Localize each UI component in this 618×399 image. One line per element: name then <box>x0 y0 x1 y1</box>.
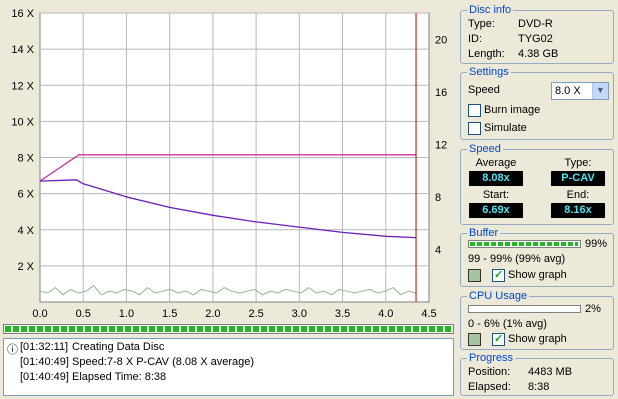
x-tick-label: 2.0 <box>205 308 220 320</box>
buffer-bar-fill <box>470 242 578 246</box>
panel-title: Settings <box>467 66 511 79</box>
cpu-usage-bar <box>468 305 581 313</box>
log-line: [01:40:49] Speed:7-8 X P-CAV (8.08 X aver… <box>20 356 254 368</box>
chevron-down-icon[interactable]: ▼ <box>592 83 608 99</box>
speed-type-display: P-CAV <box>551 171 605 186</box>
log-time: [01:40:49] <box>20 356 69 368</box>
start-label: Start: <box>482 189 510 201</box>
cpu-range: 0 - 6% (1% avg) <box>468 318 547 330</box>
cpu-graph-color-swatch[interactable] <box>468 333 481 346</box>
position-value: 4483 MB <box>528 366 573 378</box>
average-label: Average <box>475 157 517 169</box>
buffer-graph-color-swatch[interactable] <box>468 269 481 282</box>
y-right-tick-label: 16 <box>435 87 447 99</box>
disc-id-value: TYG02 <box>518 33 553 45</box>
disc-length-label: Length: <box>468 48 505 60</box>
x-tick-label: 0.5 <box>76 308 91 320</box>
burn-image-label: Burn image <box>484 104 541 116</box>
disc-type-label: Type: <box>468 18 495 30</box>
y-right-tick-label: 20 <box>435 34 447 46</box>
disc-id-label: ID: <box>468 33 483 45</box>
disc-length-value: 4.38 GB <box>518 48 559 60</box>
simulate-checkbox[interactable] <box>468 122 481 135</box>
speed-chart: 0.0 0.5 1.0 1.5 2.0 2.5 3.0 3.5 4.0 4.5 16 X 14 X 12… <box>11 8 447 320</box>
simulate-label: Simulate <box>484 122 527 134</box>
buffer-range: 99 - 99% (99% avg) <box>468 253 566 265</box>
speed-setting-label: Speed <box>468 84 500 96</box>
cpu-show-graph-checkbox[interactable] <box>492 332 505 346</box>
disc-type-value: DVD-R <box>518 18 553 30</box>
disc-progress-fill <box>5 326 452 332</box>
buffer-show-graph-checkbox[interactable] <box>492 268 505 282</box>
disc-progress-bar <box>3 324 454 334</box>
log-line: [01:32:11] Creating Data Disc <box>20 341 164 353</box>
y-left-tick-label: 12 X <box>11 80 34 92</box>
log-time: [01:40:49] <box>20 371 69 383</box>
y-left-tick-label: 2 X <box>17 261 34 273</box>
log-message: Elapsed Time: 8:38 <box>72 371 167 383</box>
y-right-tick-label: 8 <box>435 192 441 204</box>
y-left-tick-label: 4 X <box>17 225 34 237</box>
panel-title: Disc info <box>467 4 514 17</box>
log-message: Speed:7-8 X P-CAV (8.08 X average) <box>72 356 255 368</box>
end-speed-display: 8.16x <box>551 203 605 218</box>
x-tick-label: 2.5 <box>248 308 263 320</box>
burn-image-checkbox[interactable] <box>468 104 481 117</box>
speed-panel: Speed Average Type: 8.08x P-CAV Start: E… <box>460 143 614 225</box>
speed-select-value: 8.0 X <box>555 85 581 97</box>
disc-info-panel: Disc info Type: DVD-R ID: TYG02 Length: … <box>460 4 614 64</box>
cpu-usage-panel: CPU Usage 2% 0 - 6% (1% avg) Show graph <box>460 290 614 350</box>
buffer-panel: Buffer 99% 99 - 99% (99% avg) Show graph <box>460 227 614 287</box>
cpu-show-graph-label: Show graph <box>508 333 567 345</box>
panel-title: CPU Usage <box>467 290 530 303</box>
y-right-tick-label: 4 <box>435 244 441 256</box>
log-message: Creating Data Disc <box>72 341 165 353</box>
x-tick-label: 1.5 <box>162 308 177 320</box>
log-time: [01:32:11] <box>20 341 69 353</box>
end-label: End: <box>566 189 590 201</box>
elapsed-label: Elapsed: <box>468 381 511 393</box>
buffer-percent: 99% <box>585 238 608 250</box>
panel-title: Progress <box>467 352 516 365</box>
x-tick-label: 3.5 <box>335 308 350 320</box>
average-speed-display: 8.08x <box>469 171 523 186</box>
cpu-percent: 2% <box>585 303 601 315</box>
progress-panel: Progress Position: 4483 MB Elapsed: 8:38 <box>460 352 614 396</box>
settings-panel: Settings Speed 8.0 X ▼ Burn image Simula… <box>460 66 614 140</box>
position-label: Position: <box>468 366 511 378</box>
log-line: [01:40:49] Elapsed Time: 8:38 <box>20 371 166 383</box>
y-left-tick-label: 8 X <box>17 153 34 165</box>
y-left-tick-label: 16 X <box>11 8 34 20</box>
info-icon: ⓘ <box>7 344 18 356</box>
panel-title: Buffer <box>467 227 501 240</box>
type-label: Type: <box>564 157 592 169</box>
buffer-bar <box>468 240 581 248</box>
panel-title: Speed <box>467 143 503 156</box>
x-tick-label: 3.0 <box>292 308 307 320</box>
start-speed-display: 6.69x <box>469 203 523 218</box>
y-left-tick-label: 14 X <box>11 44 34 56</box>
y-left-tick-label: 6 X <box>17 189 34 201</box>
speed-select[interactable]: 8.0 X ▼ <box>551 82 609 100</box>
elapsed-value: 8:38 <box>528 381 550 393</box>
y-right-tick-label: 12 <box>435 139 447 151</box>
x-tick-label: 4.5 <box>421 308 436 320</box>
x-tick-label: 4.0 <box>378 308 393 320</box>
x-tick-label: 1.0 <box>119 308 134 320</box>
buffer-show-graph-label: Show graph <box>508 269 567 281</box>
log-panel[interactable]: ⓘ [01:32:11] Creating Data Disc [01:40:49… <box>3 338 454 396</box>
x-tick-label: 0.0 <box>32 308 47 320</box>
y-left-tick-label: 10 X <box>11 116 34 128</box>
